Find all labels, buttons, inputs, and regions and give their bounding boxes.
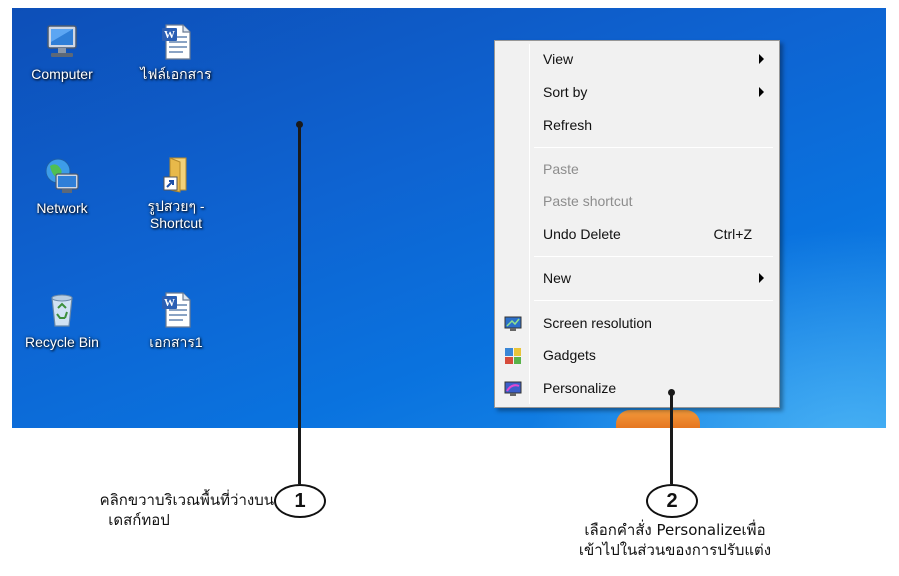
desktop-icon-folder-shortcut[interactable]: รูปสวยๆ - Shortcut — [126, 154, 226, 232]
caption-line: เดสก์ทอป — [108, 511, 170, 529]
submenu-arrow-icon — [759, 273, 764, 283]
computer-icon — [47, 25, 77, 57]
submenu-arrow-icon — [759, 54, 764, 64]
menu-item-paste-shortcut[interactable]: Paste shortcut — [498, 187, 776, 217]
desktop-icon-label: ไฟล์เอกสาร — [140, 66, 212, 82]
submenu-arrow-icon — [759, 87, 764, 97]
word-document-icon: W — [162, 24, 191, 60]
step1-caption: คลิกขวาบริเวณพื้นที่ว่างบน เดสก์ทอป — [4, 490, 274, 530]
desktop-icon-computer[interactable]: Computer — [12, 22, 112, 83]
menu-item-refresh[interactable]: Refresh — [498, 111, 776, 141]
callout-leader-line — [670, 392, 673, 484]
caption-line: เข้าไปในส่วนของการปรับแต่ง — [578, 541, 772, 559]
callout-leader-line — [298, 124, 301, 484]
step-badge-2: 2 — [646, 484, 698, 518]
personalize-icon — [504, 381, 522, 396]
menu-item-label: View — [543, 51, 574, 67]
caption-line: คลิกขวาบริเวณพื้นที่ว่างบน — [99, 491, 274, 509]
menu-item-label: Undo Delete — [543, 226, 621, 242]
menu-item-sort-by[interactable]: Sort by — [498, 78, 776, 108]
menu-separator — [534, 147, 773, 148]
svg-text:W: W — [164, 297, 175, 309]
step2-caption: เลือกคำสั่ง Personalizeเพื่อ เข้าไปในส่ว… — [520, 520, 830, 560]
desktop-icon-label: เอกสาร1 — [149, 334, 203, 350]
word-document-icon: W — [162, 292, 191, 328]
desktop-icon-label: Computer — [31, 66, 93, 82]
desktop-icon-recycle-bin[interactable]: Recycle Bin — [12, 290, 112, 351]
gadgets-icon — [505, 348, 521, 364]
menu-item-new[interactable]: New — [498, 264, 776, 294]
menu-item-view[interactable]: View — [498, 45, 776, 75]
desktop-icon-label: รูปสวยๆ - Shortcut — [147, 198, 205, 231]
svg-text:W: W — [164, 29, 175, 41]
menu-item-personalize[interactable]: Personalize — [498, 374, 776, 404]
menu-separator — [534, 256, 773, 257]
network-icon — [45, 158, 79, 193]
menu-item-gadgets[interactable]: Gadgets — [498, 341, 776, 371]
menu-item-paste[interactable]: Paste — [498, 155, 776, 185]
menu-item-label: Personalize — [543, 380, 617, 396]
menu-item-label: Refresh — [543, 117, 593, 133]
menu-item-screen-resolution[interactable]: Screen resolution — [498, 309, 776, 339]
desktop-icon-document[interactable]: W เอกสาร1 — [126, 290, 226, 351]
wallpaper-accent — [616, 410, 700, 428]
menu-separator — [534, 300, 773, 301]
desktop-icon-label: Recycle Bin — [25, 334, 99, 350]
desktop-context-menu: View Sort by Refresh Paste Paste shortcu… — [494, 40, 780, 408]
desktop-icon-document[interactable]: W ไฟล์เอกสาร — [126, 22, 226, 83]
menu-item-label: Screen resolution — [543, 315, 652, 331]
desktop-icon-network[interactable]: Network — [12, 156, 112, 217]
menu-item-label: Sort by — [543, 84, 588, 100]
menu-item-label: Gadgets — [543, 347, 596, 363]
menu-item-label: Paste — [543, 161, 579, 177]
menu-item-label: New — [543, 270, 572, 286]
screen-resolution-icon — [504, 316, 522, 331]
menu-item-shortcut: Ctrl+Z — [713, 226, 753, 242]
caption-line: เลือกคำสั่ง Personalizeเพื่อ — [584, 521, 766, 539]
menu-item-label: Paste shortcut — [543, 193, 633, 209]
folder-shortcut-icon — [163, 157, 187, 193]
step-badge-1: 1 — [274, 484, 326, 518]
menu-item-undo-delete[interactable]: Undo Delete Ctrl+Z — [498, 220, 776, 250]
recycle-bin-icon — [51, 294, 73, 327]
desktop-icon-label: Network — [36, 200, 88, 216]
